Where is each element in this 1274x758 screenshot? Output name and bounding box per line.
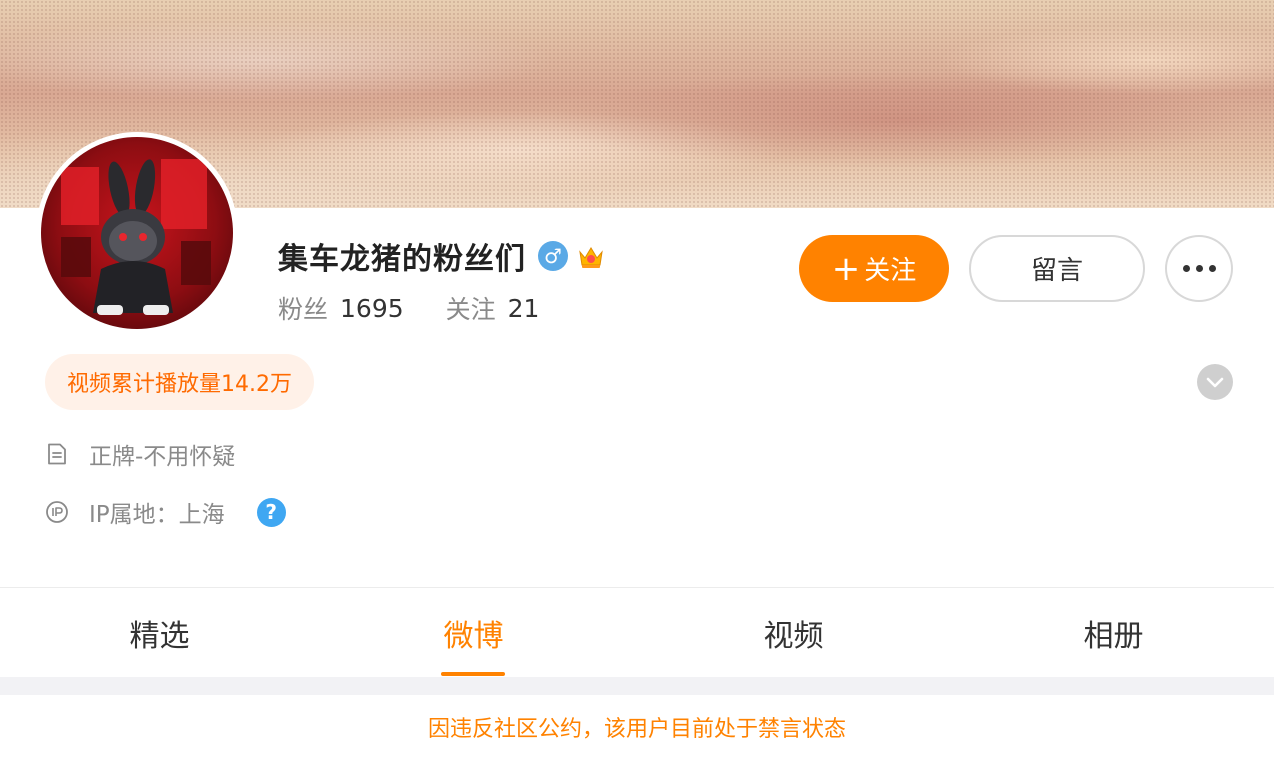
avatar[interactable]: [36, 132, 238, 334]
tab-label: 视频: [763, 619, 824, 654]
tab-albums[interactable]: 相册: [954, 588, 1273, 678]
bio-text: 正牌-不用怀疑: [89, 444, 236, 470]
avatar-image: [41, 137, 233, 329]
tab-label: 精选: [129, 619, 190, 654]
views-badge: 视频累计播放量14.2万: [45, 354, 314, 410]
crown-icon[interactable]: [576, 241, 606, 271]
tab-weibo[interactable]: 微博: [314, 588, 633, 678]
male-icon: ♂: [538, 241, 568, 271]
ip-row: IP属地：上海 ?: [45, 495, 286, 529]
tab-bar: 精选 微博 视频 相册: [0, 587, 1274, 677]
chevron-down-icon[interactable]: [1197, 364, 1233, 400]
message-button[interactable]: 留言: [969, 235, 1145, 302]
active-tab-indicator: [441, 672, 505, 676]
section-divider: [0, 677, 1274, 695]
follow-label: 关注: [864, 256, 917, 286]
tab-videos[interactable]: 视频: [634, 588, 953, 678]
ban-notice: 因违反社区公约，该用户目前处于禁言状态: [0, 695, 1274, 758]
document-icon: [45, 442, 69, 466]
ban-notice-text: 因违反社区公约，该用户目前处于禁言状态: [427, 716, 846, 742]
plus-icon: +: [831, 248, 861, 289]
ip-icon: [45, 500, 69, 524]
fans-count[interactable]: 1695: [340, 294, 404, 323]
views-badge-text: 视频累计播放量14.2万: [67, 372, 292, 397]
tab-label: 微博: [443, 619, 504, 654]
ip-location: IP属地：上海: [89, 502, 225, 528]
fans-label[interactable]: 粉丝: [278, 290, 328, 326]
more-dot-1: [1182, 265, 1190, 272]
stats-row: 粉丝 1695 关注 21: [278, 290, 539, 326]
help-icon[interactable]: ?: [256, 497, 286, 527]
tab-featured[interactable]: 精选: [0, 588, 319, 678]
following-label[interactable]: 关注: [446, 290, 496, 326]
follow-button[interactable]: + 关注: [799, 235, 949, 302]
tab-label: 相册: [1083, 619, 1144, 654]
name-row: 集车龙猪的粉丝们 ♂: [278, 234, 606, 278]
more-dot-2: [1195, 265, 1203, 272]
bio-row: 正牌-不用怀疑: [45, 437, 235, 471]
message-label: 留言: [1030, 256, 1083, 286]
following-count[interactable]: 21: [508, 294, 540, 323]
more-button[interactable]: [1165, 235, 1233, 302]
more-dot-3: [1208, 265, 1216, 272]
username: 集车龙猪的粉丝们: [278, 242, 526, 277]
